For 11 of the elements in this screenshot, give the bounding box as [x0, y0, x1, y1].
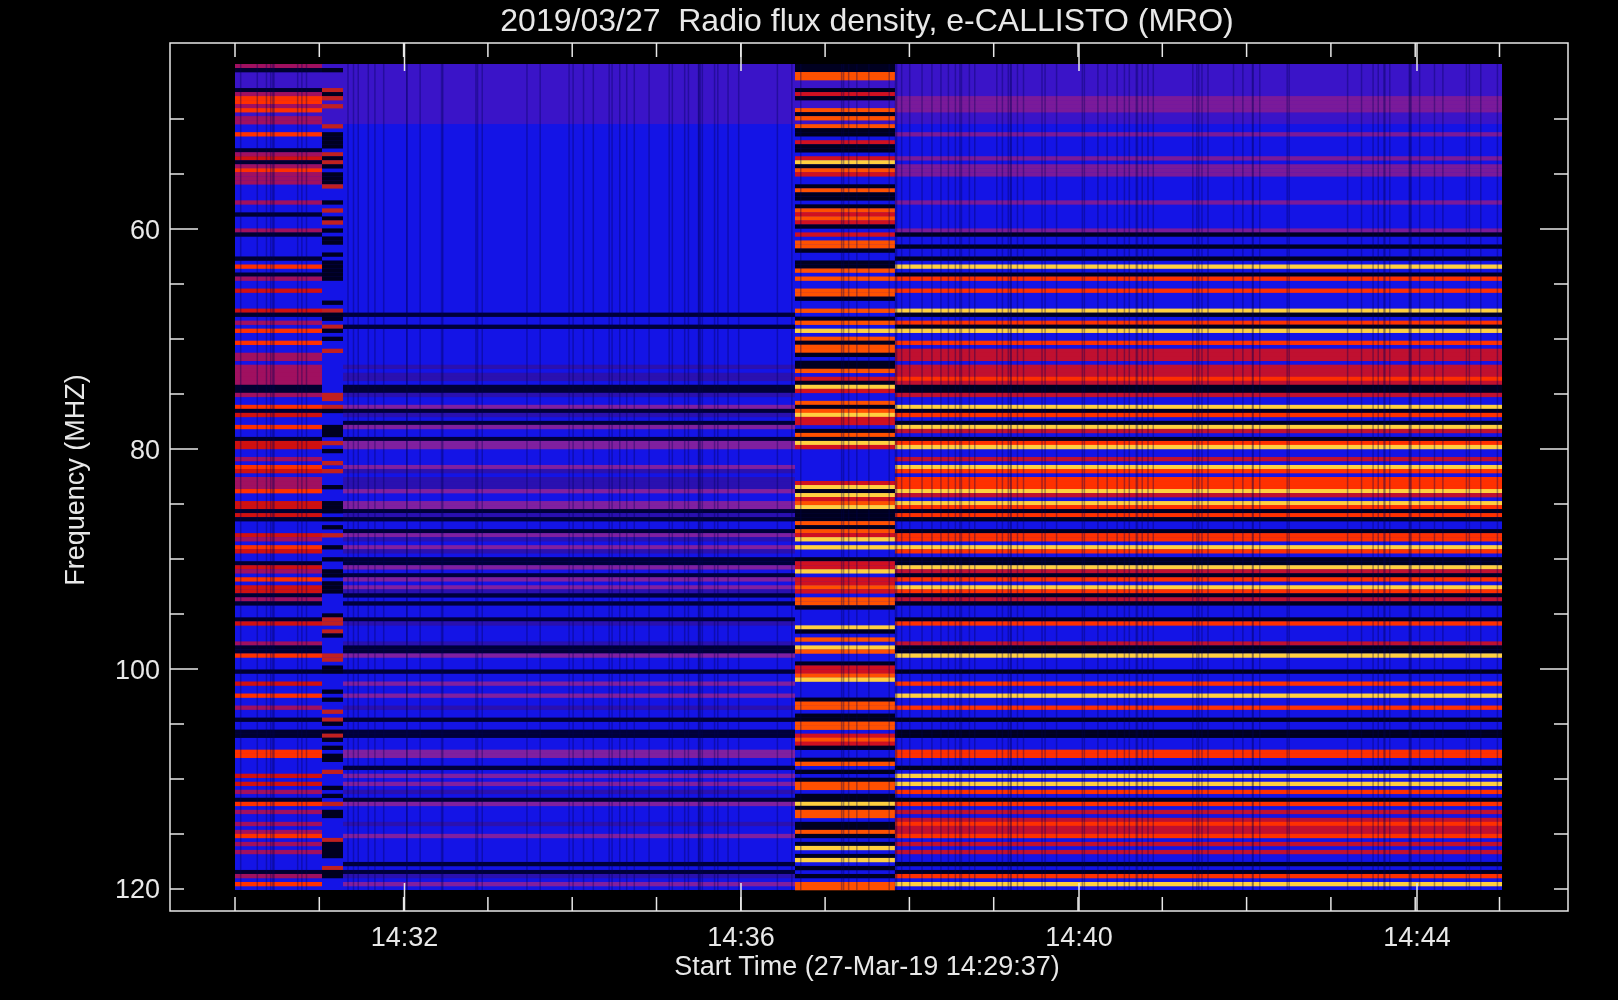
tick-label: 80	[129, 435, 160, 465]
tick-label: 60	[129, 215, 160, 245]
plot-title: 2019/03/27 Radio flux density, e-CALLISTO (MRO)	[500, 2, 1234, 38]
axis-label: Start Time (27-Mar-19 14:29:37)	[674, 951, 1060, 981]
tick-label: 14:40	[1045, 922, 1113, 952]
tick-label: 100	[114, 655, 160, 685]
tick-label: 120	[114, 874, 160, 904]
tick-label: 14:36	[707, 922, 775, 952]
axis-label: Frequency (MHZ)	[60, 374, 90, 586]
tick-label: 14:44	[1383, 922, 1451, 952]
tick-label: 14:32	[370, 922, 439, 952]
